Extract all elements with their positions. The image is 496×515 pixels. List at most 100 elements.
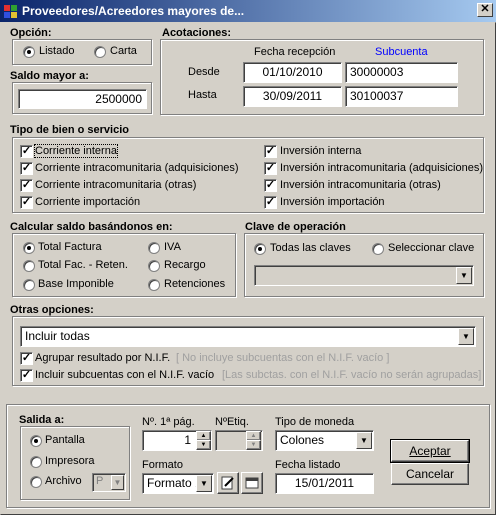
salida-label: Salida a: <box>19 414 65 426</box>
agrupar-label: Agrupar resultado por N.I.F. <box>35 352 171 364</box>
archivo-type-select[interactable]: P ▼ <box>92 473 126 492</box>
tipo-moneda-value: Colones <box>280 433 325 447</box>
aceptar-button[interactable]: Aceptar <box>390 439 470 463</box>
acotaciones-label: Acotaciones: <box>162 27 232 39</box>
corriente-intra-adq-label: Corriente intracomunitaria (adquisicione… <box>35 162 239 174</box>
pantalla-label: Pantalla <box>45 434 85 446</box>
radio-seleccionar-clave[interactable] <box>372 243 384 255</box>
chevron-down-icon[interactable]: ▼ <box>456 267 472 284</box>
total-fac-reten-label: Total Fac. - Reten. <box>38 259 128 271</box>
radio-total-factura[interactable] <box>23 242 35 254</box>
formato-value: Formato 1 <box>147 476 202 490</box>
recargo-label: Recargo <box>164 259 206 271</box>
tipo-moneda-label: Tipo de moneda <box>275 416 355 428</box>
desde-fecha-input[interactable]: 01/10/2010 <box>243 62 342 83</box>
chevron-down-icon[interactable]: ▼ <box>356 432 372 449</box>
num-pag-spinner[interactable]: ▲ ▼ <box>196 431 211 450</box>
chevron-down-icon[interactable]: ▼ <box>111 475 124 490</box>
checkbox-incluir-nif-vacio[interactable]: ✓ <box>20 369 33 382</box>
archivo-label: Archivo <box>45 475 82 487</box>
incluir-hint: [Las subctas. con el N.I.F. vacío no ser… <box>222 369 482 381</box>
iva-label: IVA <box>164 241 181 253</box>
clave-select[interactable]: ▼ <box>254 265 474 286</box>
radio-listado-label: Listado <box>39 45 75 57</box>
inversion-interna-label: Inversión interna <box>280 145 362 157</box>
num-etiq-spinner[interactable]: ▲ ▼ <box>246 431 261 450</box>
otras-select[interactable]: Incluir todas ▼ <box>20 326 476 347</box>
inversion-intra-adq-label: Inversión intracomunitaria (adquisicione… <box>280 162 483 174</box>
spin-down-icon[interactable]: ▼ <box>246 440 261 450</box>
aceptar-label: Aceptar <box>409 444 451 458</box>
opcion-label: Opción: <box>10 27 52 39</box>
inversion-intra-otras-label: Inversión intracomunitaria (otras) <box>280 179 441 191</box>
fecha-recepcion-header: Fecha recepción <box>254 46 336 58</box>
title-bar: Proveedores/Acreedores mayores de... ✕ <box>0 0 496 22</box>
saldo-label: Saldo mayor a: <box>10 70 89 82</box>
checkbox-inversion-importacion[interactable]: ✓ <box>264 196 277 209</box>
corriente-interna-label: Corriente interna <box>34 144 118 158</box>
fecha-listado-label: Fecha listado <box>275 459 341 471</box>
checkbox-corriente-importacion[interactable]: ✓ <box>20 196 33 209</box>
checkbox-inversion-interna[interactable]: ✓ <box>264 145 277 158</box>
formato-label: Formato <box>142 459 183 471</box>
desde-subcuenta-input[interactable]: 30000003 <box>345 62 458 83</box>
cancelar-label: Cancelar <box>405 467 455 481</box>
checkbox-inversion-intra-adq[interactable]: ✓ <box>264 162 277 175</box>
seleccionar-clave-label: Seleccionar clave <box>388 242 475 254</box>
hasta-fecha-input[interactable]: 30/09/2011 <box>243 86 342 107</box>
agrupar-hint: [ No incluye subcuentas con el N.I.F. va… <box>176 352 390 364</box>
tipo-moneda-select[interactable]: Colones ▼ <box>275 430 374 451</box>
num-pag-label: Nº. 1ª pág. <box>142 416 195 428</box>
clave-label: Clave de operación <box>245 221 346 233</box>
app-icon <box>4 5 17 18</box>
todas-claves-label: Todas las claves <box>270 242 351 254</box>
total-factura-label: Total Factura <box>38 241 102 253</box>
otras-select-value: Incluir todas <box>25 329 90 343</box>
radio-iva[interactable] <box>148 242 160 254</box>
desde-label: Desde <box>188 66 220 78</box>
base-imponible-label: Base Imponible <box>38 278 114 290</box>
formato-select[interactable]: Formato 1 ▼ <box>142 473 214 494</box>
checkbox-agrupar-nif[interactable]: ✓ <box>20 352 33 365</box>
fecha-listado-input[interactable]: 15/01/2011 <box>275 473 374 494</box>
close-button[interactable]: ✕ <box>477 3 493 17</box>
retenciones-label: Retenciones <box>164 278 226 290</box>
radio-recargo[interactable] <box>148 260 160 272</box>
spin-down-icon[interactable]: ▼ <box>196 440 211 450</box>
corriente-intra-otras-label: Corriente intracomunitaria (otras) <box>35 179 197 191</box>
radio-pantalla[interactable] <box>30 435 42 447</box>
radio-todas-claves[interactable] <box>254 243 266 255</box>
calcular-label: Calcular saldo basándonos en: <box>10 221 173 233</box>
subcuenta-header: Subcuenta <box>375 46 428 58</box>
form-icon <box>245 477 259 489</box>
radio-retenciones[interactable] <box>148 279 160 291</box>
checkbox-inversion-intra-otras[interactable]: ✓ <box>264 179 277 192</box>
radio-base-imponible[interactable] <box>23 279 35 291</box>
otras-label: Otras opciones: <box>10 304 94 316</box>
impresora-label: Impresora <box>45 455 95 467</box>
edit-icon <box>221 476 234 490</box>
archivo-type-value: P <box>96 475 104 487</box>
radio-archivo[interactable] <box>30 476 42 488</box>
inversion-importacion-label: Inversión importación <box>280 196 385 208</box>
edit-format-button[interactable] <box>217 472 239 494</box>
checkbox-corriente-intra-otras[interactable]: ✓ <box>20 179 33 192</box>
checkbox-corriente-intra-adq[interactable]: ✓ <box>20 162 33 175</box>
hasta-label: Hasta <box>188 89 217 101</box>
chevron-down-icon[interactable]: ▼ <box>196 475 212 492</box>
radio-impresora[interactable] <box>30 456 42 468</box>
radio-listado[interactable] <box>23 46 35 58</box>
checkbox-corriente-interna[interactable]: ✓ <box>20 145 33 158</box>
tipo-bien-label: Tipo de bien o servicio <box>10 124 129 136</box>
cancelar-button[interactable]: Cancelar <box>391 463 469 485</box>
corriente-importacion-label: Corriente importación <box>35 196 141 208</box>
radio-carta[interactable] <box>94 46 106 58</box>
num-etiq-label: NºEtiq. <box>215 416 249 428</box>
hasta-subcuenta-input[interactable]: 30100037 <box>345 86 458 107</box>
format-design-button[interactable] <box>241 472 263 494</box>
incluir-label: Incluir subcuentas con el N.I.F. vacío <box>35 369 215 381</box>
chevron-down-icon[interactable]: ▼ <box>458 328 474 345</box>
saldo-input[interactable]: 2500000 <box>18 89 147 109</box>
radio-total-fac-reten[interactable] <box>23 260 35 272</box>
window-title: Proveedores/Acreedores mayores de... <box>22 4 245 18</box>
